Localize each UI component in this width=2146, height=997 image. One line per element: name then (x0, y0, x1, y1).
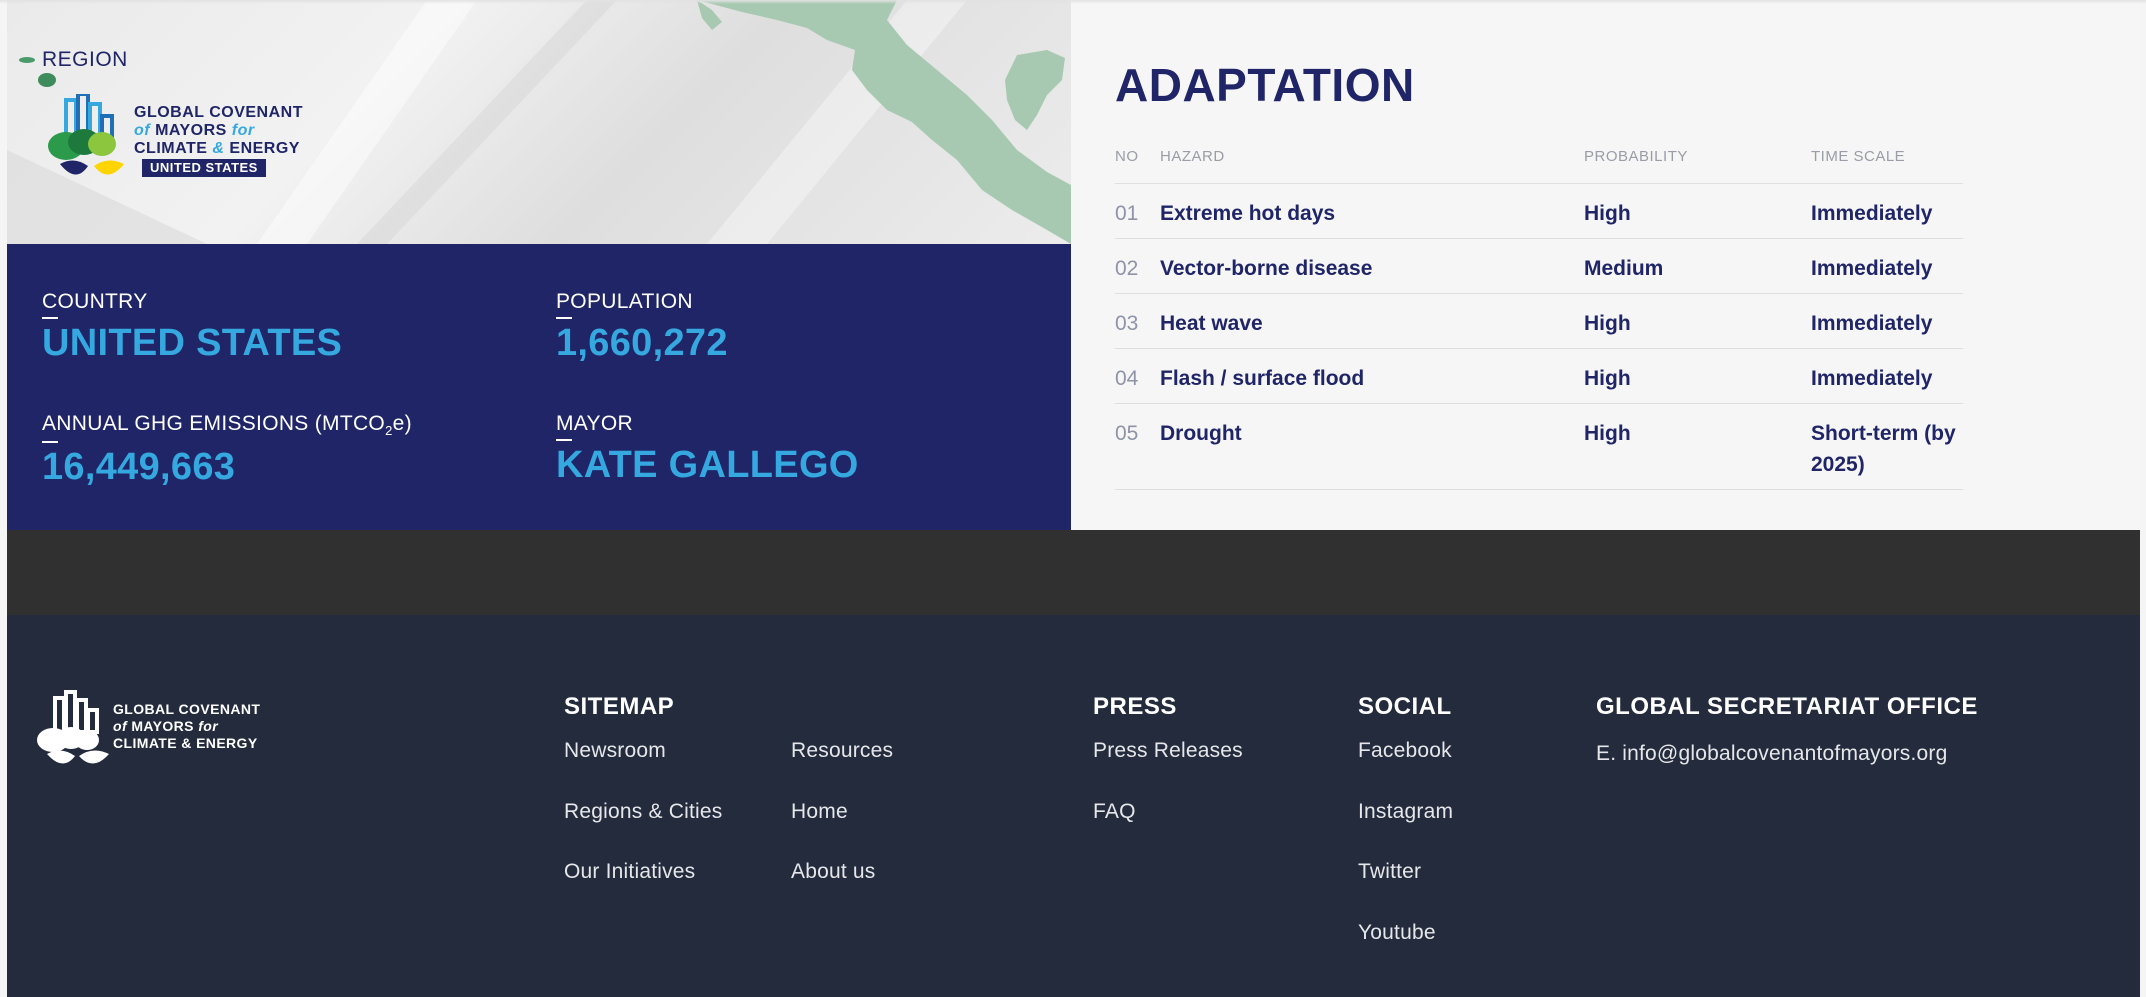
logo-line-3: CLIMATE & ENERGY (134, 140, 300, 157)
footer-link-resources[interactable]: Resources (791, 739, 893, 763)
row-time-scale: Short-term (by 2025) (1811, 422, 1956, 476)
footer-link-home[interactable]: Home (791, 800, 848, 824)
office-heading: GLOBAL SECRETARIAT OFFICE (1596, 693, 1978, 720)
logo-line-1: GLOBAL COVENANT (134, 104, 303, 121)
sitemap-heading: SITEMAP (564, 693, 675, 720)
island-icon (19, 57, 35, 63)
table-row: 01 Extreme hot days High Immediately (1115, 184, 1963, 239)
header-hazard: HAZARD (1160, 148, 1225, 165)
dark-divider-band (7, 530, 2140, 615)
adaptation-panel: ADAPTATION NO HAZARD PROBABILITY TIME SC… (1071, 0, 2140, 530)
footer-link-about-us[interactable]: About us (791, 860, 876, 884)
header-probability: PROBABILITY (1584, 148, 1688, 165)
table-row: 05 Drought High Short-term (by 2025) (1115, 404, 1963, 490)
row-probability: High (1584, 202, 1631, 225)
footer-link-our-initiatives[interactable]: Our Initiatives (564, 860, 695, 884)
mayor-label: MAYOR (556, 412, 859, 441)
footer-logo-wordmark: GLOBAL COVENANT of MAYORS for CLIMATE & … (113, 701, 261, 751)
stat-mayor: MAYOR KATE GALLEGO (556, 412, 859, 487)
row-hazard: Flash / surface flood (1160, 367, 1365, 390)
emissions-value: 16,449,663 (42, 446, 236, 489)
row-number: 03 (1115, 312, 1139, 335)
footer-link-regions-cities[interactable]: Regions & Cities (564, 800, 722, 824)
row-probability: High (1584, 312, 1631, 335)
covenant-city-icon (48, 94, 124, 175)
stat-country: COUNTRY UNITED STATES (42, 290, 342, 365)
logo-country-badge: UNITED STATES (142, 159, 266, 177)
row-hazard: Vector-borne disease (1160, 257, 1373, 280)
covenant-logo-wordmark: GLOBAL COVENANT of MAYORS for CLIMATE & … (134, 104, 303, 177)
row-hazard: Extreme hot days (1160, 202, 1336, 225)
header-no: NO (1115, 148, 1139, 165)
city-profile-section: REGION GLOBAL COVENANT of MAYORS for CLI… (7, 0, 2140, 530)
row-number: 02 (1115, 257, 1139, 280)
stat-emissions: ANNUAL GHG EMISSIONS (MTCO2e) 16,449,663 (42, 412, 412, 489)
adaptation-title: ADAPTATION (1115, 59, 1415, 111)
footer-link-youtube[interactable]: Youtube (1358, 921, 1436, 945)
row-time-scale: Immediately (1811, 312, 1933, 335)
city-stats-panel: COUNTRY UNITED STATES POPULATION 1,660,2… (7, 244, 1071, 530)
row-time-scale: Immediately (1811, 257, 1933, 280)
page: REGION GLOBAL COVENANT of MAYORS for CLI… (0, 0, 2146, 997)
row-number: 05 (1115, 422, 1139, 445)
table-row: 03 Heat wave High Immediately (1115, 294, 1963, 349)
row-probability: High (1584, 367, 1631, 390)
top-shadow (0, 0, 2146, 4)
table-row: 04 Flash / surface flood High Immediatel… (1115, 349, 1963, 404)
footer-city-icon (37, 690, 109, 764)
header-time-scale: TIME SCALE (1811, 148, 1906, 165)
press-heading: PRESS (1093, 693, 1177, 720)
population-value: 1,660,272 (556, 322, 728, 364)
profile-left-column: REGION GLOBAL COVENANT of MAYORS for CLI… (7, 0, 1071, 530)
row-hazard: Heat wave (1160, 312, 1263, 335)
office-email-link[interactable]: E. info@globalcovenantofmayors.org (1596, 742, 1947, 766)
footer-link-instagram[interactable]: Instagram (1358, 800, 1453, 824)
social-heading: SOCIAL (1358, 693, 1452, 720)
row-number: 04 (1115, 367, 1139, 390)
region-label: REGION (42, 48, 128, 71)
site-footer: GLOBAL COVENANT of MAYORS for CLIMATE & … (7, 615, 2140, 997)
hazard-table-header: NO HAZARD PROBABILITY TIME SCALE (1115, 140, 1963, 184)
mayor-value: KATE GALLEGO (556, 444, 859, 486)
row-number: 01 (1115, 202, 1139, 225)
footer-link-twitter[interactable]: Twitter (1358, 860, 1421, 884)
footer-link-facebook[interactable]: Facebook (1358, 739, 1452, 763)
stat-population: POPULATION 1,660,272 (556, 290, 728, 365)
footer-link-faq[interactable]: FAQ (1093, 800, 1136, 824)
emissions-label: ANNUAL GHG EMISSIONS (MTCO2e) (42, 412, 412, 444)
row-hazard: Drought (1160, 422, 1242, 445)
logo-line-2: of MAYORS for (134, 122, 255, 139)
country-value: UNITED STATES (42, 322, 343, 364)
region-map: REGION GLOBAL COVENANT of MAYORS for CLI… (7, 0, 1071, 244)
land-mass-peninsula (1005, 50, 1065, 130)
country-label: COUNTRY (42, 290, 342, 319)
table-row: 02 Vector-borne disease Medium Immediate… (1115, 239, 1963, 294)
hazard-table: NO HAZARD PROBABILITY TIME SCALE 01 Extr… (1115, 140, 1963, 490)
row-time-scale: Immediately (1811, 202, 1933, 225)
footer-logo[interactable]: GLOBAL COVENANT of MAYORS for CLIMATE & … (35, 690, 285, 775)
footer-link-press-releases[interactable]: Press Releases (1093, 739, 1243, 763)
row-time-scale: Immediately (1811, 367, 1933, 390)
row-probability: Medium (1584, 257, 1664, 280)
population-label: POPULATION (556, 290, 728, 319)
footer-link-newsroom[interactable]: Newsroom (564, 739, 666, 763)
row-probability: High (1584, 422, 1631, 445)
covenant-logo[interactable]: GLOBAL COVENANT of MAYORS for CLIMATE & … (44, 92, 314, 188)
island-icon (38, 73, 56, 87)
